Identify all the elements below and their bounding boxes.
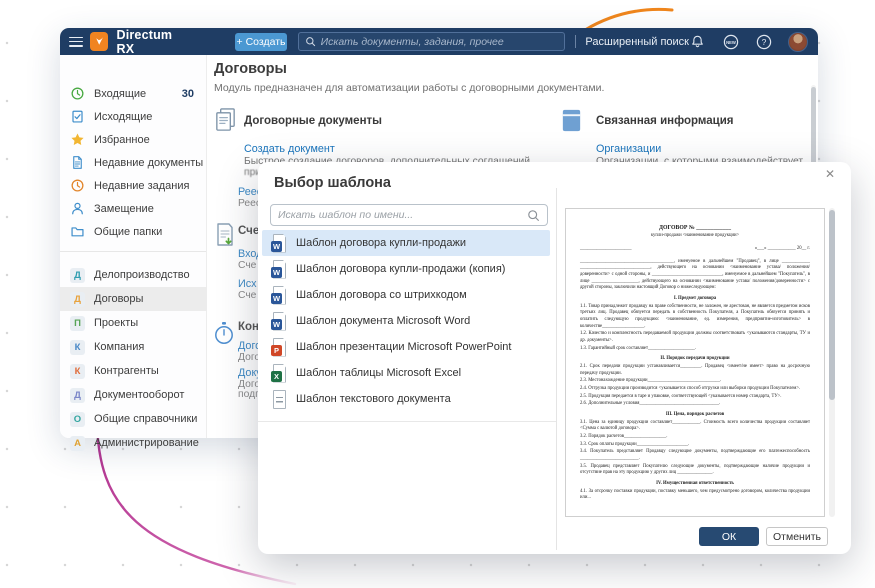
sidebar-module-projects[interactable]: П Проекты bbox=[60, 311, 207, 335]
sidebar-module-contracts[interactable]: Д Договоры bbox=[60, 287, 207, 311]
template-row-excel-table[interactable]: X Шаблон таблицы Microsoft Excel bbox=[262, 360, 550, 386]
template-list: W Шаблон договора купли-продажи W Шаблон… bbox=[262, 230, 550, 412]
module-letter-icon: Д bbox=[70, 388, 85, 403]
app-title: Directum RX bbox=[116, 28, 192, 56]
whats-new-icon[interactable]: NEW bbox=[722, 33, 739, 50]
clipboard-check-icon bbox=[70, 109, 85, 124]
template-search-box[interactable] bbox=[270, 204, 548, 226]
sidebar-item-inbox[interactable]: Входящие 30 bbox=[60, 82, 207, 105]
section-header-related-info: Связанная информация bbox=[596, 115, 734, 127]
contract-preview-text: ДОГОВОР № ____________ купли-продажи <на… bbox=[566, 209, 824, 517]
directum-logo-icon bbox=[90, 32, 109, 51]
section-header-contract-documents: Договорные документы bbox=[244, 115, 382, 127]
hidden-section-header: Кон bbox=[238, 321, 259, 333]
help-icon[interactable]: ? bbox=[755, 33, 772, 50]
notifications-icon[interactable] bbox=[689, 33, 706, 50]
module-letter-icon: К bbox=[70, 340, 85, 355]
cancel-button[interactable]: Отменить bbox=[766, 527, 828, 546]
hidden-desc-fragment: Сче bbox=[238, 290, 256, 301]
global-search-input[interactable] bbox=[321, 36, 559, 48]
star-icon bbox=[70, 132, 85, 147]
global-search-box[interactable] bbox=[298, 32, 566, 51]
sidebar-item-outbox[interactable]: Исходящие bbox=[60, 105, 207, 128]
sidebar-item-recent-documents[interactable]: Недавние документы bbox=[60, 151, 207, 174]
text-file-icon bbox=[271, 390, 287, 409]
list-bottom-divider bbox=[258, 421, 556, 422]
sidebar-divider bbox=[60, 251, 206, 252]
advanced-search-link[interactable]: Расширенный поиск bbox=[585, 36, 689, 48]
clock-orange-icon bbox=[70, 178, 85, 193]
top-bar: Directum RX + Создать Расширенный поиск … bbox=[60, 28, 818, 55]
sidebar-module-administration[interactable]: А Администрирование bbox=[60, 431, 207, 455]
word-file-icon: W bbox=[271, 312, 287, 331]
search-icon bbox=[527, 209, 540, 222]
template-preview-page: ДОГОВОР № ____________ купли-продажи <на… bbox=[565, 208, 825, 517]
template-search-input[interactable] bbox=[278, 209, 527, 221]
template-row-word-document[interactable]: W Шаблон документа Microsoft Word bbox=[262, 308, 550, 334]
person-icon bbox=[70, 201, 85, 216]
module-letter-icon: А bbox=[70, 436, 85, 451]
folder-icon bbox=[70, 224, 85, 239]
search-icon bbox=[305, 36, 316, 47]
excel-file-icon: X bbox=[271, 364, 287, 383]
stopwatch-icon bbox=[212, 321, 238, 349]
user-avatar[interactable] bbox=[788, 32, 808, 52]
template-row-purchase-contract-copy[interactable]: W Шаблон договора купли-продажи (копия) bbox=[262, 256, 550, 282]
topbar-separator bbox=[575, 35, 576, 48]
template-row-powerpoint-presentation[interactable]: P Шаблон презентации Microsoft PowerPoin… bbox=[262, 334, 550, 360]
page-subtitle: Модуль предназначен для автоматизации ра… bbox=[214, 82, 604, 94]
sidebar: Входящие 30 Исходящие Избранное Недавние… bbox=[60, 55, 207, 438]
organizations-link[interactable]: Организации bbox=[596, 143, 661, 155]
template-row-purchase-contract[interactable]: W Шаблон договора купли-продажи bbox=[262, 230, 550, 256]
sidebar-module-shared-directories[interactable]: О Общие справочники bbox=[60, 407, 207, 431]
page-title: Договоры bbox=[214, 61, 287, 77]
preview-scrollbar-thumb[interactable] bbox=[829, 210, 835, 400]
template-row-text-document[interactable]: Шаблон текстового документа bbox=[262, 386, 550, 412]
hidden-link-fragment[interactable]: Исх bbox=[238, 278, 257, 290]
module-letter-icon: О bbox=[70, 412, 85, 427]
invoices-icon bbox=[213, 222, 239, 250]
close-icon[interactable]: ✕ bbox=[825, 167, 835, 181]
module-letter-icon: К bbox=[70, 364, 85, 379]
sidebar-module-company[interactable]: К Компания bbox=[60, 335, 207, 359]
template-picker-dialog: ✕ Выбор шаблона W Шаблон договора купли-… bbox=[258, 162, 851, 554]
contract-documents-icon bbox=[213, 107, 239, 135]
ok-button[interactable]: ОК bbox=[699, 527, 759, 546]
sidebar-module-records-management[interactable]: Д Делопроизводство bbox=[60, 263, 207, 287]
sidebar-item-shared-folders[interactable]: Общие папки bbox=[60, 220, 207, 243]
related-info-book-icon bbox=[559, 107, 585, 135]
hidden-desc-fragment: Дого bbox=[238, 352, 260, 363]
create-document-link[interactable]: Создать документ bbox=[244, 143, 335, 155]
hidden-section-header: Сче bbox=[238, 225, 259, 237]
powerpoint-file-icon: P bbox=[271, 338, 287, 357]
document-icon bbox=[70, 155, 85, 170]
word-file-icon: W bbox=[271, 286, 287, 305]
svg-text:?: ? bbox=[761, 37, 766, 47]
sidebar-module-document-flow[interactable]: Д Документооборот bbox=[60, 383, 207, 407]
dialog-title: Выбор шаблона bbox=[274, 175, 391, 191]
menu-icon[interactable] bbox=[69, 37, 83, 47]
panes-divider bbox=[556, 188, 557, 550]
sidebar-item-recent-tasks[interactable]: Недавние задания bbox=[60, 174, 207, 197]
module-letter-icon: Д bbox=[70, 292, 85, 307]
hidden-desc-fragment: Сче bbox=[238, 260, 256, 271]
inbox-count-badge: 30 bbox=[182, 88, 194, 100]
sidebar-item-substitution[interactable]: Замещение bbox=[60, 197, 207, 220]
word-file-icon: W bbox=[271, 234, 287, 253]
word-file-icon: W bbox=[271, 260, 287, 279]
template-row-barcode-contract[interactable]: W Шаблон договора со штрихкодом bbox=[262, 282, 550, 308]
module-letter-icon: П bbox=[70, 316, 85, 331]
create-button[interactable]: + Создать bbox=[235, 33, 286, 51]
sidebar-module-counterparties[interactable]: К Контрагенты bbox=[60, 359, 207, 383]
sidebar-item-favorites[interactable]: Избранное bbox=[60, 128, 207, 151]
clock-icon bbox=[70, 86, 85, 101]
svg-text:NEW: NEW bbox=[726, 39, 736, 44]
module-letter-icon: Д bbox=[70, 268, 85, 283]
